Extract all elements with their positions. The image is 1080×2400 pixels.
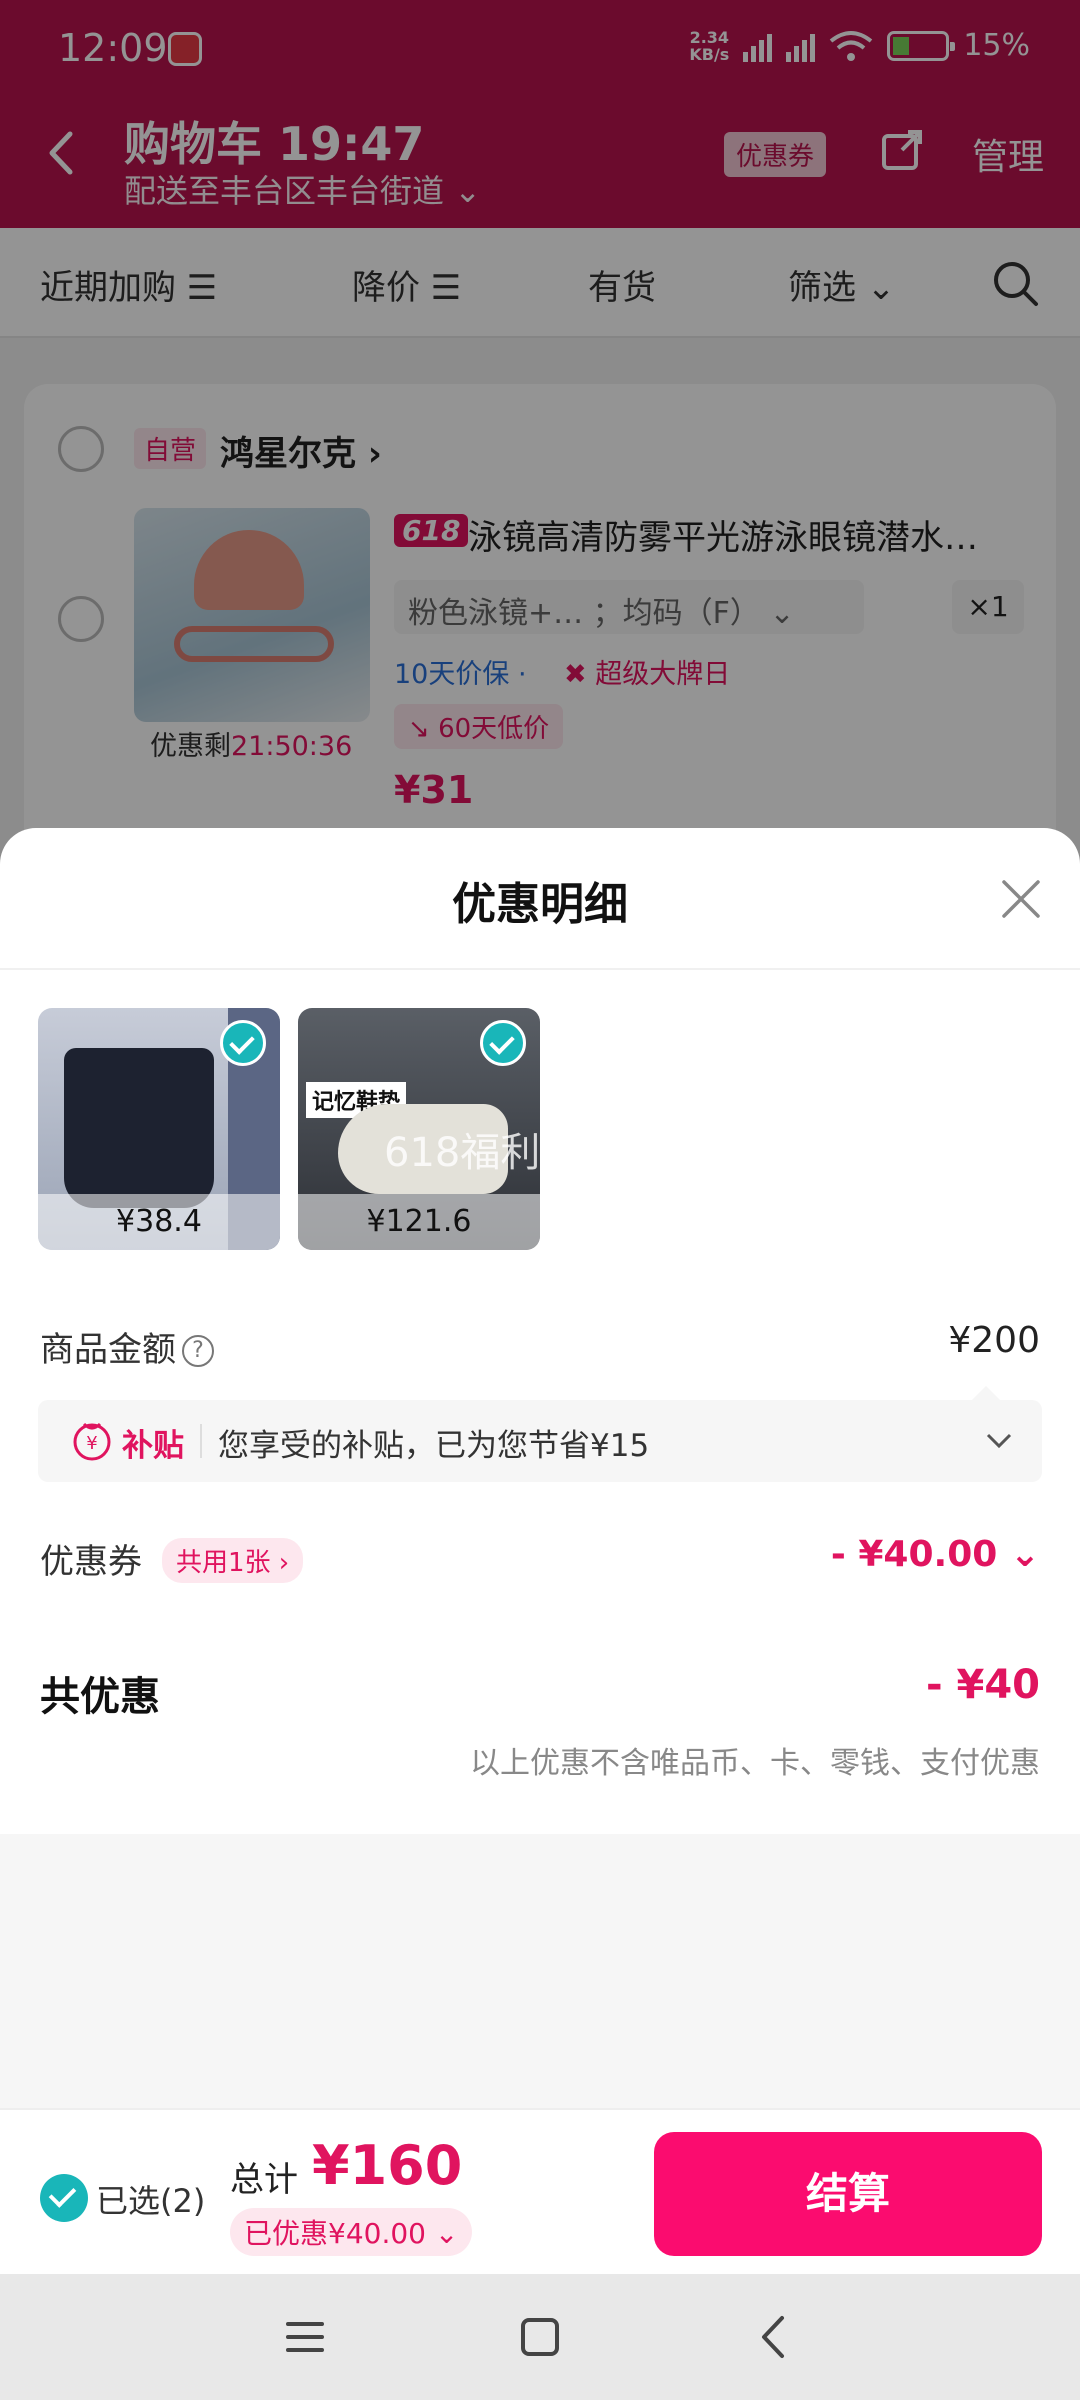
selected-item-thumb[interactable]: ¥38.4 bbox=[38, 1008, 280, 1250]
discount-detail-sheet: 优惠明细 ¥38.4 记忆鞋垫 ¥121.6 618福利严选 商品金额? ¥20… bbox=[0, 828, 1080, 2108]
checkout-button[interactable]: 结算 bbox=[654, 2132, 1042, 2256]
subsidy-text: 您享受的补贴，已为您节省¥15 bbox=[218, 1428, 650, 1464]
subsidy-tag: 补贴 bbox=[122, 1428, 184, 1464]
amount-value: ¥200 bbox=[948, 1320, 1040, 1361]
sheet-title: 优惠明细 bbox=[452, 879, 628, 930]
saved-amount-pill[interactable]: 已优惠¥40.00 ⌄ bbox=[230, 2208, 473, 2256]
amount-label: 商品金额? bbox=[40, 1322, 214, 1371]
gift-icon: ¥ bbox=[73, 1422, 111, 1461]
item-price: ¥121.6 bbox=[298, 1194, 540, 1250]
coupon-count-pill[interactable]: 共用1张 › bbox=[162, 1538, 304, 1583]
shorts-image bbox=[64, 1048, 214, 1208]
sheet-spacer bbox=[0, 1834, 1080, 2108]
back-icon[interactable] bbox=[750, 2312, 800, 2362]
total-price: ¥160 bbox=[312, 2134, 463, 2197]
discount-note: 以上优惠不含唯品币、卡、零钱、支付优惠 bbox=[470, 1746, 1040, 1781]
selected-count[interactable]: 已选(2) bbox=[96, 2176, 205, 2222]
chevron-down-icon[interactable] bbox=[984, 1426, 1014, 1456]
help-icon[interactable]: ? bbox=[182, 1335, 214, 1367]
item-price: ¥38.4 bbox=[38, 1194, 280, 1250]
divider bbox=[0, 968, 1080, 970]
total-discount-label: 共优惠 bbox=[40, 1674, 160, 1720]
subsidy-row[interactable]: ¥ 补贴 您享受的补贴，已为您节省¥15 bbox=[38, 1386, 1042, 1482]
coupon-label: 优惠券 bbox=[40, 1542, 142, 1582]
check-icon bbox=[220, 1020, 266, 1066]
menu-icon[interactable] bbox=[280, 2312, 330, 2362]
svg-text:¥: ¥ bbox=[86, 1433, 97, 1454]
system-nav-bar bbox=[0, 2274, 1080, 2400]
watermark: 618福利严选 bbox=[384, 1130, 621, 1176]
coupon-value[interactable]: - ¥40.00 ⌄ bbox=[831, 1534, 1040, 1575]
select-all-check-icon[interactable] bbox=[40, 2174, 88, 2222]
total-label: 总计 bbox=[230, 2160, 298, 2200]
check-icon bbox=[480, 1020, 526, 1066]
checkout-bar: 已选(2) 总计 ¥160 已优惠¥40.00 ⌄ 结算 bbox=[0, 2108, 1080, 2274]
home-icon[interactable] bbox=[515, 2312, 565, 2362]
close-icon[interactable] bbox=[1000, 878, 1042, 920]
total-discount-value: - ¥40 bbox=[925, 1662, 1040, 1708]
